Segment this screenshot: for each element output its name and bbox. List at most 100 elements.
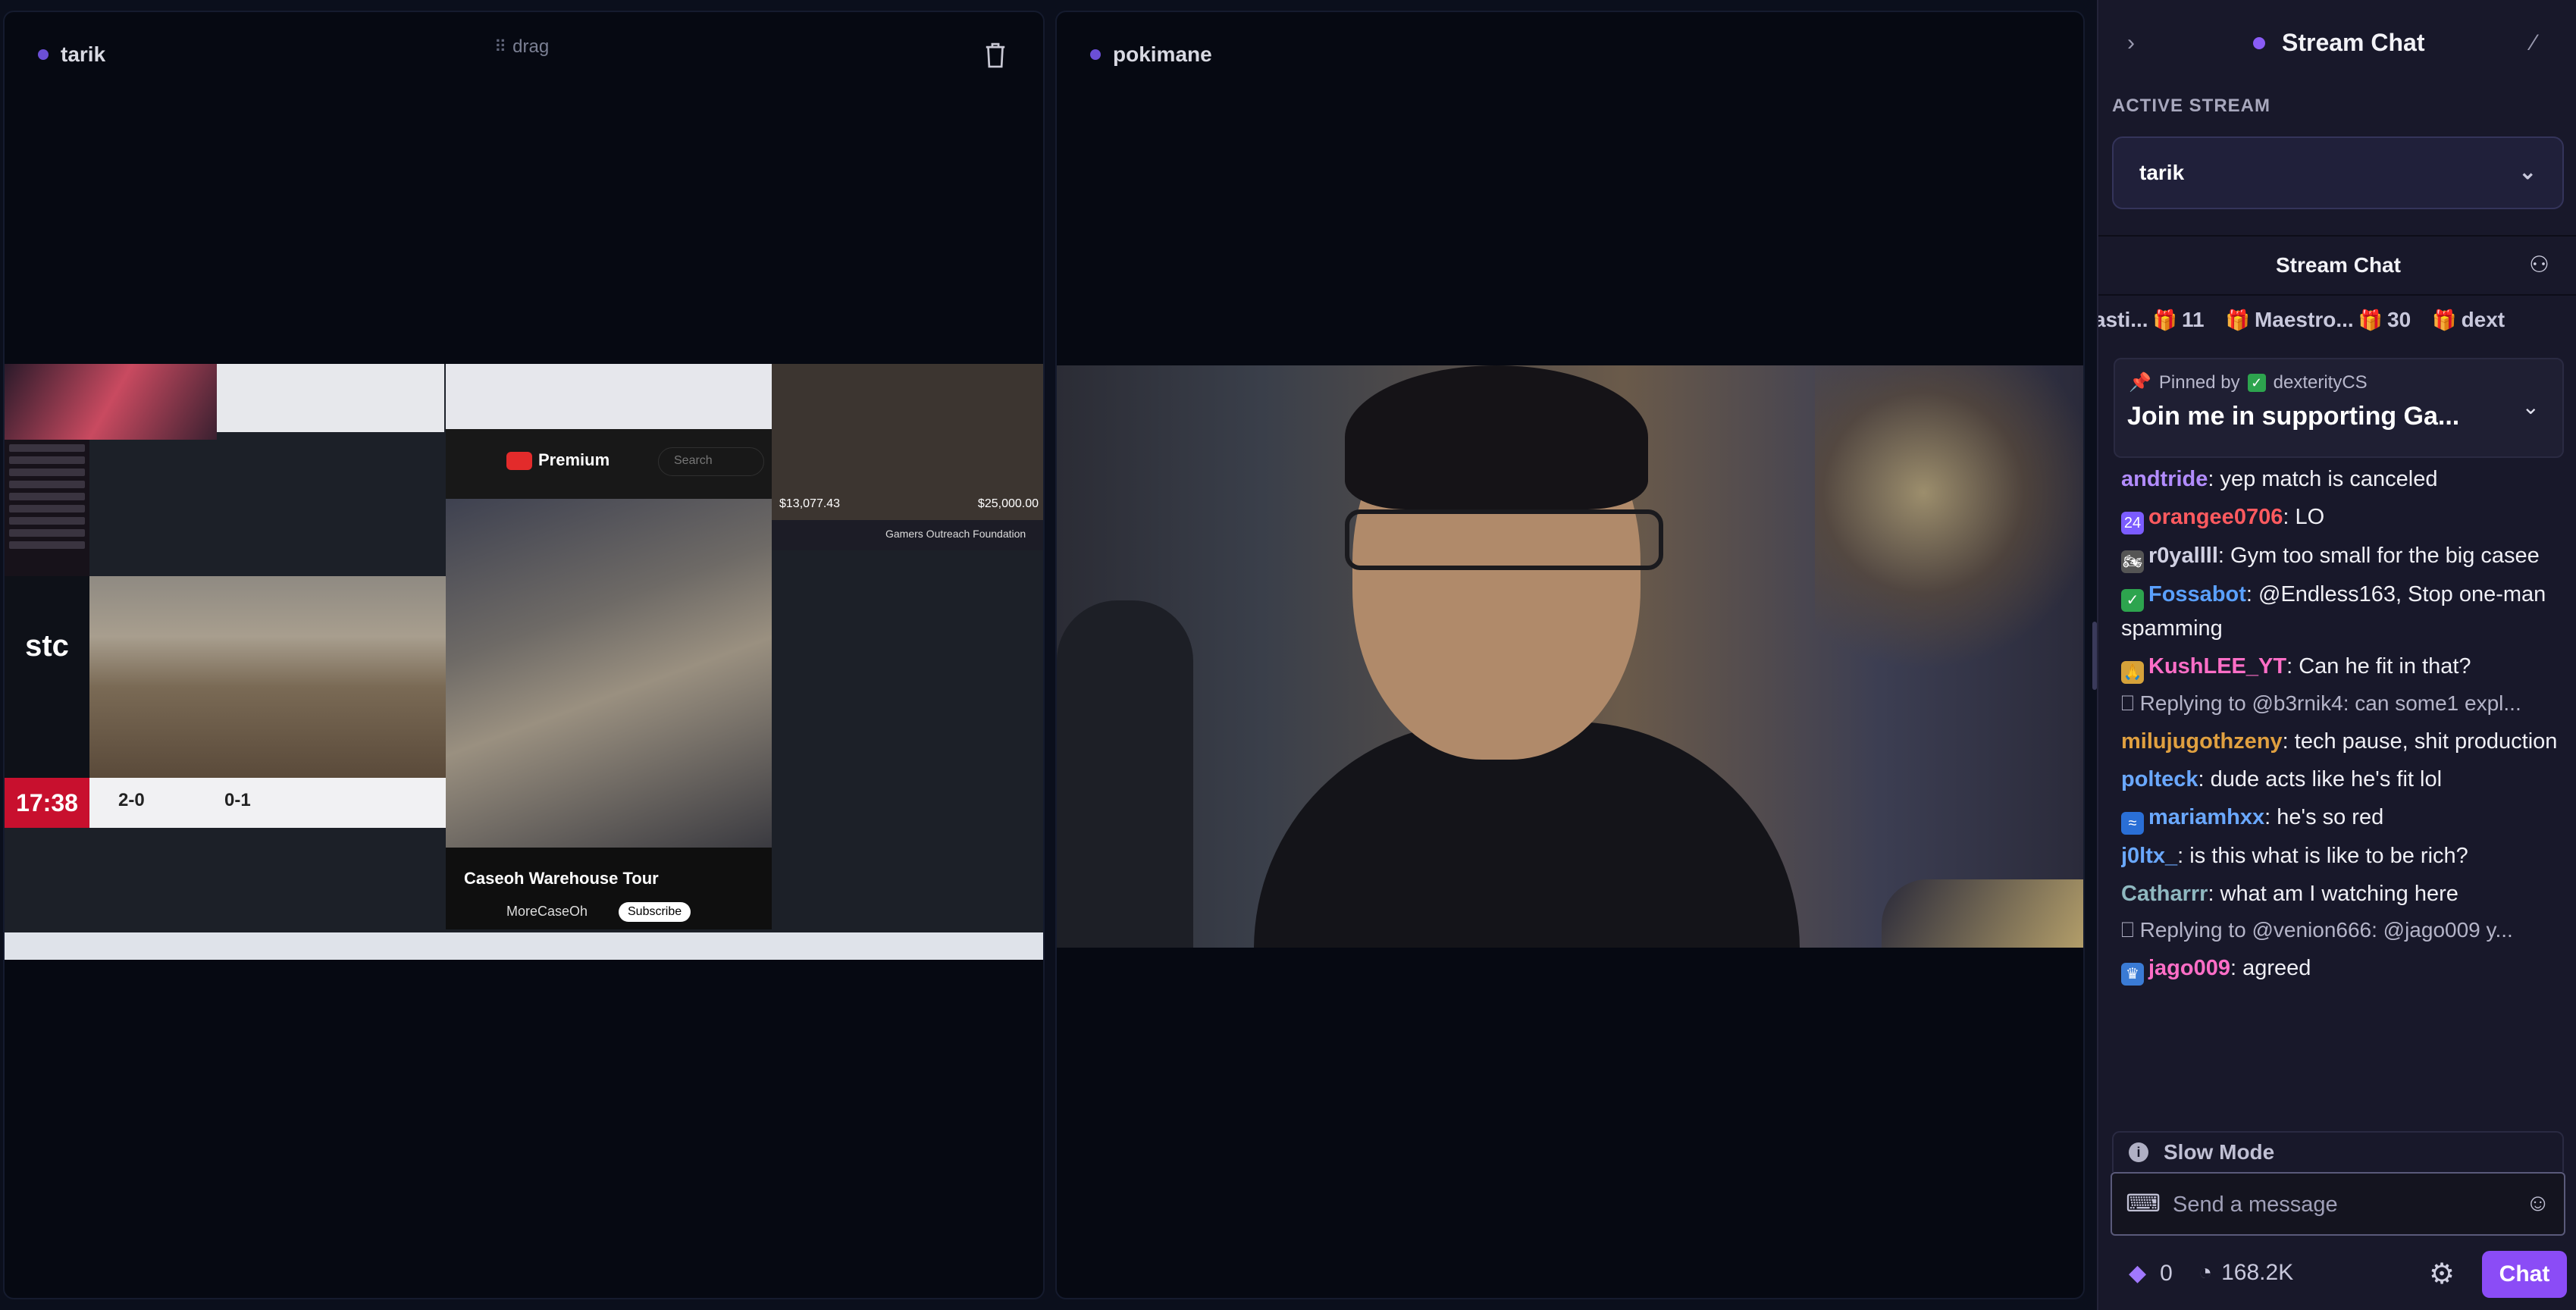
- chat-username[interactable]: mariamhxx: [2148, 805, 2264, 829]
- stream-video-tarik[interactable]: stc 2-0 0-1 17:38 Premium Search Caseoh …: [5, 364, 1043, 960]
- youtube-logo-icon: [506, 452, 532, 470]
- message-input[interactable]: [2171, 1174, 2508, 1236]
- chat-message[interactable]: ✓ Fossabot: @Endless163, Stop one-man spa…: [2121, 578, 2565, 645]
- table-edge: [1882, 879, 2083, 948]
- score-right: 0-1: [224, 790, 251, 810]
- live-dot-icon: [38, 49, 49, 60]
- gift-entry[interactable]: 🎁 Maestro... 🎁 30: [2226, 308, 2411, 332]
- chat-username[interactable]: Fossabot: [2148, 582, 2246, 606]
- drag-label: drag: [512, 36, 550, 57]
- chat-text: : Gym too small for the big casee: [2217, 544, 2540, 568]
- chat-text: : he's so red: [2264, 805, 2384, 829]
- game-view: [89, 576, 446, 778]
- bits-balance[interactable]: ◆ 0: [2129, 1260, 2173, 1286]
- gift-entry[interactable]: asti... 🎁 11: [2098, 308, 2205, 332]
- youtube-window: Premium Search Caseoh Warehouse Tour Mor…: [446, 364, 772, 929]
- active-stream-select[interactable]: tarik ⌄: [2112, 136, 2564, 209]
- stream-panel-tarik[interactable]: tarik ⠿ drag stc 2-0 0-1 17:38 Premium S…: [3, 11, 1045, 1299]
- message-input-box[interactable]: ⌨ ☺: [2111, 1172, 2565, 1236]
- youtube-video-title: Caseoh Warehouse Tour: [464, 869, 659, 888]
- overlay-chat: [5, 440, 89, 576]
- users-icon[interactable]: ⚇: [2529, 252, 2549, 278]
- reply-icon: ⎕: [2121, 691, 2140, 715]
- chat-sidebar: › Stream Chat ⁄ ACTIVE STREAM tarik ⌄ St…: [2097, 0, 2576, 1310]
- gift-icon: 🎁: [2225, 308, 2250, 331]
- chat-username[interactable]: polteck: [2121, 767, 2198, 791]
- sponsor-logo: stc: [25, 629, 69, 663]
- donation-label: Gamers Outreach Foundation: [885, 528, 1026, 540]
- chevron-down-icon[interactable]: ⌄: [2522, 394, 2540, 419]
- sponsor-column: stc: [5, 576, 89, 778]
- sidebar-title-text: Stream Chat: [2282, 29, 2425, 56]
- chat-text: : is this what is like to be rich?: [2177, 844, 2468, 868]
- chat-message[interactable]: 24 orangee0706: LO: [2121, 500, 2565, 534]
- chat-messages: andtride: yep match is canceled 24 orangee…: [2121, 458, 2565, 1124]
- donation-raised: $13,077.43: [779, 497, 841, 510]
- chat-username[interactable]: orangee0706: [2148, 505, 2283, 529]
- drag-handle[interactable]: ⠿ drag: [494, 36, 549, 58]
- chat-message[interactable]: andtride: yep match is canceled: [2121, 462, 2565, 496]
- live-dot-icon: [1090, 49, 1101, 60]
- slow-mode-banner: i Slow Mode: [2112, 1131, 2564, 1172]
- stream-panel-pokimane[interactable]: pokimane: [1055, 11, 2085, 1299]
- chat-username[interactable]: milujugothzeny: [2121, 729, 2283, 754]
- chat-message[interactable]: 🏍 r0yallll: Gym too small for the big cas…: [2121, 539, 2565, 573]
- gear-icon[interactable]: ⚙: [2429, 1257, 2455, 1291]
- pinned-message[interactable]: 📌 Pinned by ✓ dexterityCS Join me in sup…: [2114, 358, 2564, 458]
- live-dot-icon: [2253, 36, 2265, 49]
- stream-label: tarik: [38, 42, 105, 67]
- reply-context[interactable]: ⎕ Replying to @b3rnik4: can some1 expl..…: [2121, 687, 2565, 720]
- drag-grip-icon: ⠿: [494, 37, 506, 56]
- trash-icon[interactable]: [982, 41, 1008, 70]
- donation-bar: $13,077.43 $25,000.00 Gamers Outreach Fo…: [772, 497, 1043, 550]
- chat-username[interactable]: andtride: [2121, 467, 2208, 491]
- chat-header: Stream Chat ⚇: [2098, 235, 2576, 296]
- chat-text: : dude acts like he's fit lol: [2198, 767, 2443, 791]
- chat-message[interactable]: j0ltx_: is this what is like to be rich?: [2121, 839, 2565, 873]
- chat-text: : LO: [2283, 505, 2325, 529]
- chat-message[interactable]: 🙏 KushLEE_YT: Can he fit in that?: [2121, 650, 2565, 684]
- person-hair: [1345, 365, 1648, 509]
- chat-message[interactable]: ≈ mariamhxx: he's so red: [2121, 801, 2565, 835]
- edit-pencil-icon[interactable]: ⁄: [2532, 30, 2536, 56]
- chat-username[interactable]: Catharrr: [2121, 882, 2208, 906]
- chandelier-lights: [1815, 365, 2083, 684]
- sidebar-title: Stream Chat: [2253, 29, 2425, 57]
- pinned-text: Join me in supporting Ga...: [2127, 402, 2460, 431]
- user-badge-icon: ♛: [2121, 963, 2144, 986]
- gift-icon: 🎁: [2152, 308, 2177, 331]
- chat-username[interactable]: j0ltx_: [2121, 844, 2177, 868]
- gift-entry[interactable]: 🎁 dext: [2432, 308, 2505, 332]
- keyboard-icon[interactable]: ⌨: [2126, 1189, 2161, 1218]
- background-person: [1057, 600, 1193, 948]
- chat-text: : tech pause, shit production: [2282, 729, 2558, 754]
- chat-message[interactable]: polteck: dude acts like he's fit lol: [2121, 763, 2565, 796]
- chat-username[interactable]: jago009: [2148, 956, 2230, 980]
- youtube-header: Premium Search: [446, 429, 772, 499]
- chat-message[interactable]: milujugothzeny: tech pause, shit product…: [2121, 725, 2565, 758]
- score-left: 2-0: [118, 790, 145, 810]
- collapse-chevron-icon[interactable]: ›: [2127, 30, 2135, 56]
- chat-message[interactable]: Catharrr: what am I watching here: [2121, 877, 2565, 910]
- youtube-brand: Premium: [538, 450, 610, 469]
- stream-video-pokimane[interactable]: [1057, 365, 2083, 948]
- donation-goal: $25,000.00: [977, 497, 1039, 510]
- chat-send-button[interactable]: Chat: [2482, 1251, 2567, 1298]
- glasses: [1345, 509, 1663, 570]
- stream-name: tarik: [61, 42, 106, 66]
- youtube-subscribe: Subscribe: [619, 902, 691, 922]
- youtube-search: Search: [658, 447, 764, 476]
- chat-username[interactable]: KushLEE_YT: [2148, 654, 2286, 679]
- chat-message[interactable]: ♛ jago009: agreed: [2121, 951, 2565, 986]
- active-stream-label: ACTIVE STREAM: [2112, 96, 2271, 116]
- youtube-video: [446, 499, 772, 848]
- mod-check-icon: ✓: [2247, 373, 2266, 392]
- emoji-icon[interactable]: ☺: [2525, 1189, 2550, 1217]
- channel-points[interactable]: ◔ 168.2K: [2198, 1260, 2293, 1286]
- chevron-down-icon: ⌄: [2518, 160, 2537, 183]
- reply-context[interactable]: ⎕ Replying to @venion666: @jago009 y...: [2121, 914, 2565, 947]
- user-badge-icon: 🏍: [2121, 550, 2144, 573]
- chat-username[interactable]: r0yallll: [2148, 544, 2218, 568]
- user-badge-icon: ✓: [2121, 589, 2144, 612]
- points-icon: ◔: [2198, 1260, 2213, 1285]
